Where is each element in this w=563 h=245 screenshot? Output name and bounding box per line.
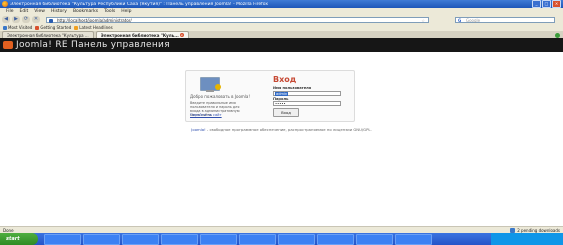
taskbar-item[interactable] [122, 233, 159, 245]
menu-bookmarks[interactable]: Bookmarks [73, 9, 98, 14]
bookmark-getting-started[interactable]: Getting Started [35, 25, 71, 30]
google-search-icon[interactable]: G [458, 18, 461, 24]
username-label: Имя пользователя [273, 86, 312, 90]
bookmark-star-icon[interactable]: ☆ [421, 18, 425, 24]
stop-button[interactable]: ✕ [32, 16, 40, 23]
maximize-button[interactable]: □ [542, 0, 551, 8]
back-button[interactable]: ◀ [2, 16, 10, 23]
taskbar-item[interactable] [161, 233, 198, 245]
taskbar-items [44, 233, 432, 245]
username-value: admin [275, 92, 289, 96]
window-titlebar: Электронная библиотека "Культура Республ… [0, 0, 563, 8]
page-title: Joomla! RE Панель управления [16, 40, 170, 50]
bookmark-most-visited[interactable]: Most Visited [3, 25, 32, 30]
joomla-header: Joomla! RE Панель управления [0, 38, 563, 52]
address-bar-url: http://localhost/joomla/administrator/ [57, 17, 132, 23]
taskbar-item[interactable] [44, 233, 81, 245]
search-input[interactable]: G Google [455, 16, 555, 24]
menu-edit[interactable]: Edit [20, 9, 29, 14]
minimize-button[interactable]: _ [532, 0, 541, 8]
bookmark-label: Getting Started [40, 25, 72, 30]
welcome-text: Добро пожаловать в Joomla! [190, 94, 250, 99]
taskbar-item[interactable] [83, 233, 120, 245]
login-button[interactable]: Вход [273, 108, 299, 117]
reload-button[interactable]: ⟳ [22, 16, 30, 23]
taskbar-item[interactable] [317, 233, 354, 245]
bookmark-label: Most Visited [8, 25, 33, 30]
taskbar-item[interactable] [356, 233, 393, 245]
address-bar[interactable]: http://localhost/joomla/administrator/ ☆ [46, 16, 429, 24]
firefox-icon [2, 1, 8, 7]
bookmarks-toolbar: Most Visited Getting Started Latest Head… [0, 24, 563, 31]
license-text: - свободное программное обеспечение, рас… [205, 127, 372, 132]
bookmark-latest-headlines[interactable]: Latest Headlines [74, 25, 113, 30]
rss-icon [74, 25, 79, 30]
taskbar-item[interactable] [239, 233, 276, 245]
login-panel: Добро пожаловать в Joomla! Введите прави… [185, 70, 355, 122]
taskbar-item[interactable] [395, 233, 432, 245]
bookmark-label: Latest Headlines [79, 25, 113, 30]
joomla-logo-icon [3, 41, 13, 49]
tab-label: Электронная библиотека "Куль... [100, 32, 179, 38]
site-favicon-icon [49, 18, 53, 23]
system-tray[interactable] [491, 233, 563, 245]
computer-key-icon [200, 77, 221, 93]
password-value: ••••• [275, 102, 286, 106]
menu-file[interactable]: File [6, 9, 14, 14]
forward-button[interactable]: ▶ [12, 16, 20, 23]
menu-view[interactable]: View [34, 9, 45, 14]
search-placeholder: Google [466, 17, 481, 23]
close-button[interactable]: × [552, 0, 561, 8]
tab-library-1[interactable]: Электронная библиотека "Культура ... [2, 31, 94, 38]
tab-close-icon[interactable]: × [179, 33, 184, 37]
joomla-link[interactable]: Joomla! [191, 127, 205, 132]
most-visited-icon [3, 25, 7, 30]
taskbar-item[interactable] [200, 233, 237, 245]
taskbar-item[interactable] [278, 233, 315, 245]
password-field[interactable]: ••••• [273, 101, 341, 106]
menu-help[interactable]: Help [121, 9, 131, 14]
login-heading: Вход [273, 75, 297, 84]
license-footer: Joomla! - свободное программное обеспече… [0, 127, 563, 132]
firefox-bookmark-icon [35, 25, 40, 30]
username-field[interactable]: admin [273, 91, 341, 96]
menu-bar: File Edit View History Bookmarks Tools H… [0, 8, 563, 15]
tab-strip: Электронная библиотека "Культура ... Эле… [0, 31, 563, 38]
window-title: Электронная библиотека "Культура Республ… [10, 1, 268, 7]
windows-taskbar: start [0, 233, 563, 245]
menu-tools[interactable]: Tools [104, 9, 115, 14]
tab-label: Электронная библиотека "Культура ... [7, 32, 89, 38]
start-button[interactable]: start [0, 233, 38, 245]
menu-history[interactable]: History [51, 9, 67, 14]
tab-library-2[interactable]: Электронная библиотека "Куль... × [95, 31, 189, 38]
go-to-site-link[interactable]: Перейти на сайт [190, 113, 222, 117]
window-controls: _ □ × [532, 0, 561, 8]
